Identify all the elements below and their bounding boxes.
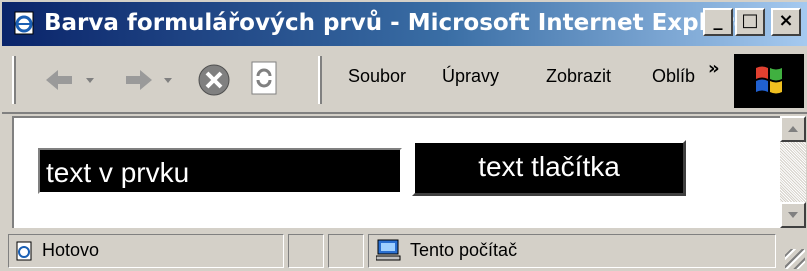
close-button[interactable]: × (771, 8, 801, 36)
back-icon[interactable] (42, 66, 102, 94)
scroll-down-button[interactable] (780, 202, 806, 228)
toolbar-grip[interactable] (12, 56, 16, 104)
page-content: text v prvku text tlačítka (12, 116, 780, 228)
status-pane (288, 234, 324, 268)
resize-grip[interactable] (785, 249, 805, 269)
title-bar[interactable]: Barva formulářových prvů - Microsoft Int… (2, 2, 807, 46)
ie-page-icon (16, 241, 32, 261)
vertical-scrollbar[interactable] (780, 116, 806, 228)
arrow-down-icon (788, 212, 798, 218)
refresh-icon[interactable] (250, 60, 278, 96)
status-pane (328, 234, 364, 268)
ie-page-icon (14, 11, 34, 35)
menu-zobrazit[interactable]: Zobrazit (546, 66, 611, 87)
zone-text: Tento počítač (410, 240, 518, 260)
status-text: Hotovo (42, 240, 100, 260)
browser-window: Barva formulářových prvů - Microsoft Int… (0, 0, 807, 271)
text-input[interactable]: text v prvku (38, 148, 402, 194)
window-title: Barva formulářových prvů - Microsoft Int… (44, 10, 761, 36)
menu-upravy[interactable]: Úpravy (442, 66, 499, 87)
my-computer-icon (376, 239, 401, 261)
menu-oblibene[interactable]: Oblíb (652, 66, 695, 87)
toolbar-grip[interactable] (318, 56, 322, 104)
toolbar: Soubor Úpravy Zobrazit Oblíb » (2, 46, 807, 114)
maximize-button[interactable]: □ (735, 8, 765, 36)
windows-logo (734, 54, 804, 108)
status-bar: Hotovo Tento počítač (2, 230, 807, 271)
form-button[interactable]: text tlačítka (412, 140, 686, 196)
forward-icon[interactable] (120, 66, 180, 94)
menu-soubor[interactable]: Soubor (348, 66, 406, 87)
minimize-button[interactable]: _ (703, 8, 733, 36)
arrow-up-icon (788, 126, 798, 132)
toolbar-overflow-chevron[interactable]: » (708, 58, 720, 79)
stop-icon[interactable] (196, 62, 232, 98)
scroll-up-button[interactable] (780, 116, 806, 142)
